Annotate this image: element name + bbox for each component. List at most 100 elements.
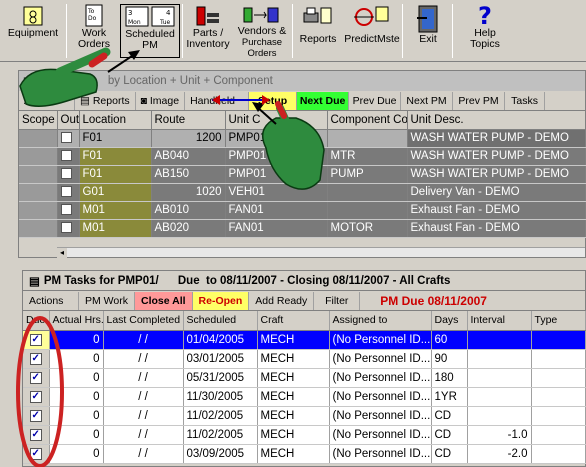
image-tab-label: Image [149,94,180,107]
table-row[interactable]: F01 AB040 PMP01 MTR WASH WATER PUMP - DE… [19,147,586,166]
table-row[interactable]: G01 1020 VEH01 Delivery Van - DEMO [19,183,586,202]
predict-button[interactable]: PredictMste [344,4,400,58]
row-interval [467,368,532,388]
actions-button[interactable]: Actions [19,91,75,110]
col-scope[interactable]: Scope [19,111,58,130]
out-checkbox[interactable] [60,186,72,198]
pm-action-bar: Actions PM Work Close All Re-Open Add Re… [23,291,585,311]
table-row[interactable]: ✓ 0 / / 03/01/2005 MECH (No Personnel ID… [23,349,586,369]
col-out[interactable]: Out [57,111,80,130]
due-checkbox[interactable]: ✓ [29,372,42,384]
row-assigned: (No Personnel ID... [329,368,432,388]
table-row[interactable]: ✓ 0 / / 01/04/2005 MECH (No Personnel ID… [23,330,586,350]
svg-text:Do: Do [88,15,97,22]
table-row[interactable]: F01 1200 PMP01 WASH WATER PUMP - DEMO [19,129,586,148]
col-assigned-to[interactable]: Assigned to [329,311,432,331]
row-unit: PMP01 [225,129,328,148]
work-orders-button[interactable]: To Do Work Orders [70,4,118,58]
image-tab[interactable]: ◙ Image [136,91,186,110]
row-component: MOTOR [327,219,408,238]
scroll-left-icon[interactable]: ◂ [57,248,67,258]
col-type[interactable]: Type [531,311,586,331]
col-due[interactable]: Due [23,311,50,331]
close-all-button[interactable]: Close All [134,291,193,310]
table-row[interactable]: M01 AB010 FAN01 Exhaust Fan - DEMO [19,201,586,220]
row-craft: MECH [257,349,330,369]
row-route: AB020 [151,219,226,238]
row-location: G01 [79,183,152,202]
help-topics-button[interactable]: ? Help Topics [458,4,512,58]
row-scheduled: 05/31/2005 [183,368,258,388]
out-checkbox[interactable] [60,204,72,216]
col-scheduled[interactable]: Scheduled [183,311,258,331]
row-location: F01 [79,129,152,148]
tasks-button[interactable]: Tasks [505,91,546,110]
exit-button[interactable]: Exit [406,4,450,58]
filter-button[interactable]: Filter [314,291,361,310]
out-checkbox[interactable] [60,168,72,180]
next-due-button[interactable]: Next Due [297,91,350,110]
scheduled-pm-button[interactable]: 3 Mon 4 Tue Scheduled PM [120,4,180,58]
table-row[interactable]: F01 AB150 PMP01 PUMP WASH WATER PUMP - D… [19,165,586,184]
printer-icon [294,4,342,28]
row-actual-hrs: 0 [49,444,104,464]
pm-window-icon: ▤ [29,275,40,288]
col-component-code[interactable]: Component Code [327,111,408,130]
out-checkbox[interactable] [60,222,72,234]
col-last-completed[interactable]: Last Completed [103,311,184,331]
table-row[interactable]: ✓ 0 / / 11/02/2005 MECH (No Personnel ID… [23,425,586,445]
col-craft[interactable]: Craft [257,311,330,331]
col-days[interactable]: Days [431,311,468,331]
reopen-button[interactable]: Re-Open [192,291,250,310]
equipment-icon [2,4,64,28]
row-unit: PMP01 [225,165,328,184]
reopen-label: Re-Open [198,294,243,307]
due-checkbox[interactable]: ✓ [29,391,42,403]
scheduled-label-2: PM [142,39,158,51]
due-checkbox[interactable]: ✓ [29,448,42,460]
row-last-completed: / / [103,368,184,388]
due-checkbox[interactable]: ✓ [29,334,42,346]
table-row[interactable]: ✓ 0 / / 11/30/2005 MECH (No Personnel ID… [23,387,586,407]
col-actual-hrs[interactable]: Actual Hrs. [49,311,104,331]
table-row[interactable]: M01 AB020 FAN01 MOTOR Exhaust Fan - DEMO [19,219,586,238]
parts-inventory-button[interactable]: Parts / Inventory [184,4,232,58]
vendors-button[interactable]: Vendors & Purchase Orders [234,4,290,59]
col-unit-desc[interactable]: Unit Desc. [407,111,586,130]
col-interval[interactable]: Interval [467,311,532,331]
due-checkbox[interactable]: ✓ [29,429,42,441]
window-title-bar: ▤ by Location + Unit + Component [19,71,585,91]
row-interval [467,349,532,369]
prev-pm-button[interactable]: Prev PM [453,91,506,110]
pm-due-label: PM Due 08/11/2007 [380,293,487,308]
row-craft: MECH [257,444,330,464]
pm-actions-button[interactable]: Actions [23,291,79,310]
row-craft: MECH [257,406,330,426]
handheld-tab[interactable]: Handheld [185,91,250,110]
table-row[interactable]: ✓ 0 / / 11/02/2005 MECH (No Personnel ID… [23,406,586,426]
col-route[interactable]: Route [151,111,226,130]
equipment-button[interactable]: Equipment [2,4,64,58]
out-checkbox[interactable] [60,132,72,144]
out-checkbox[interactable] [60,150,72,162]
reports-tab[interactable]: ▤ Reports [75,91,136,110]
due-checkbox[interactable]: ✓ [29,410,42,422]
prev-due-button[interactable]: Prev Due [349,91,402,110]
setup-button[interactable]: Setup [249,91,298,110]
tasks-label: Tasks [511,94,538,107]
row-craft: MECH [257,387,330,407]
table-row[interactable]: ✓ 0 / / 03/09/2005 MECH (No Personnel ID… [23,444,586,464]
table-row[interactable]: ✓ 0 / / 05/31/2005 MECH (No Personnel ID… [23,368,586,388]
due-checkbox[interactable]: ✓ [29,353,42,365]
add-ready-button[interactable]: Add Ready [249,291,315,310]
horizontal-scrollbar[interactable]: ◂ [57,247,585,258]
pm-work-button[interactable]: PM Work [79,291,135,310]
row-craft: MECH [257,330,330,350]
next-pm-button[interactable]: Next PM [401,91,454,110]
row-last-completed: / / [103,425,184,445]
col-unit-code[interactable]: Unit C [225,111,328,130]
row-actual-hrs: 0 [49,406,104,426]
row-craft: MECH [257,425,330,445]
reports-button[interactable]: Reports [294,4,342,58]
col-location[interactable]: Location [79,111,152,130]
